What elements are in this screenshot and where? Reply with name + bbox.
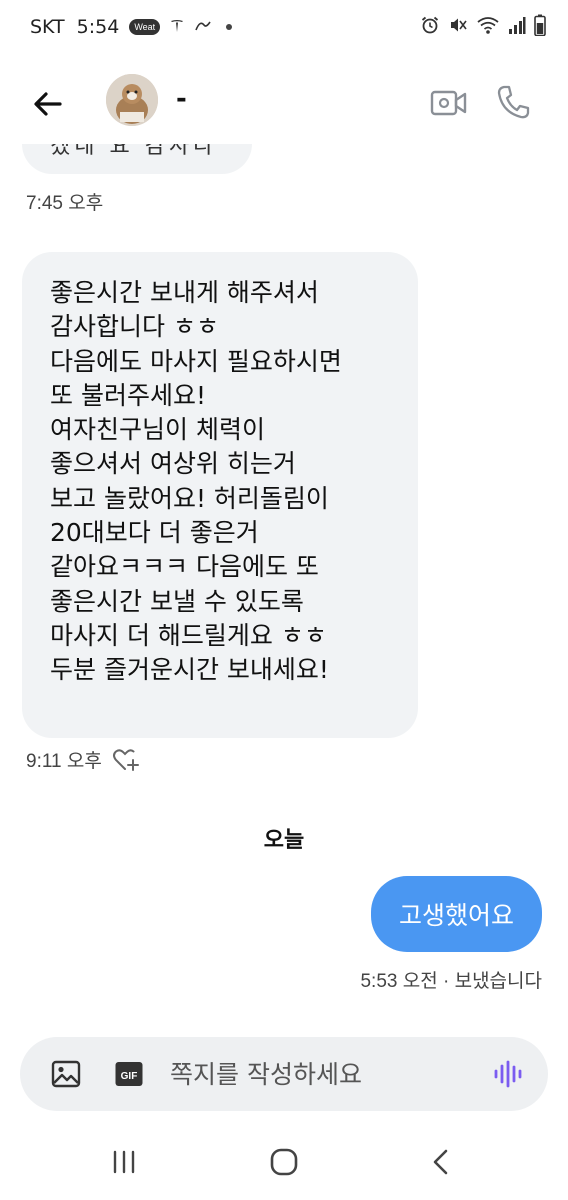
message-text: 고생했어요 (398, 901, 514, 930)
more-notifications-dot (226, 24, 233, 30)
conversation-header: - (0, 60, 568, 144)
status-right (420, 14, 546, 36)
status-bar: SKT 5:54 Weat (0, 0, 568, 56)
voice-call-button[interactable] (496, 84, 530, 120)
tesla-icon (170, 18, 184, 37)
message-line: 같아요ㅋㅋㅋ 다음에도 또 (50, 552, 319, 582)
message-line: 다음에도 마사지 필요하시면 (50, 346, 342, 376)
status-time: 5:54 (76, 16, 120, 38)
gif-icon: GIF (115, 1062, 143, 1086)
image-icon (51, 1060, 81, 1088)
phone-icon (497, 85, 530, 119)
gif-button[interactable]: GIF (114, 1059, 144, 1089)
mute-icon (451, 18, 467, 32)
app-notification-icon (194, 18, 212, 37)
message-status: 5:53 오전 · 보냈습니다 (360, 971, 542, 992)
date-separator: 오늘 (263, 828, 305, 853)
message-line: 좋은시간 보낼 수 있도록 (50, 586, 304, 616)
system-nav-bar (0, 1126, 568, 1200)
avatar[interactable] (106, 74, 158, 126)
voice-wave-icon (494, 1060, 522, 1088)
svg-text:GIF: GIF (121, 1071, 138, 1082)
incoming-message-bubble[interactable]: 좋은시간 보내게 해주셔서 감사합니다 ㅎㅎ 다음에도 마사지 필요하시면 또 … (22, 252, 418, 738)
message-timestamp: 7:45 오후 (26, 193, 104, 214)
wifi-icon (477, 17, 499, 34)
message-thread[interactable]: 겠네 요 감사다 7:45 오후 좋은시간 보내게 해주셔서 감사합니다 ㅎㅎ … (0, 144, 568, 1034)
message-line: 마사지 더 해드릴게요 ㅎㅎ (50, 620, 327, 650)
message-line: 20대보다 더 좋은거 (50, 518, 259, 548)
battery-icon (534, 14, 546, 36)
video-camera-icon (430, 90, 467, 116)
signal-icon (509, 17, 526, 34)
message-input[interactable]: 쪽지를 작성하세요 (170, 1055, 362, 1091)
message-text: 겠네 요 감사다 (50, 144, 218, 159)
message-line: 보고 놀랐어요! 허리돌림이 (50, 483, 329, 513)
react-button[interactable] (112, 748, 140, 772)
message-meta: 9:11 오후 (26, 746, 140, 773)
message-line: 좋은시간 보내게 해주셔서 (50, 278, 319, 307)
incoming-message-bubble[interactable]: 겠네 요 감사다 (22, 144, 252, 174)
weather-badge: Weat (129, 19, 161, 35)
home-button[interactable] (268, 1146, 300, 1178)
outgoing-message-bubble[interactable]: 고생했어요 (370, 876, 542, 952)
alarm-icon (421, 16, 439, 34)
contact-name[interactable]: - (176, 84, 187, 114)
status-left: SKT 5:54 Weat (30, 16, 233, 38)
chevron-left-icon (433, 1149, 448, 1175)
recent-apps-icon (113, 1150, 135, 1174)
message-composer[interactable]: GIF 쪽지를 작성하세요 (20, 1037, 548, 1111)
carrier-label: SKT (30, 16, 65, 38)
video-call-button[interactable] (430, 86, 468, 120)
message-line: 감사합니다 ㅎㅎ (50, 312, 219, 342)
message-line: 또 불러주세요! (50, 380, 206, 410)
back-button[interactable] (30, 86, 66, 122)
message-line: 여자친구님이 체력이 (50, 415, 265, 445)
message-timestamp: 9:11 오후 (26, 751, 102, 772)
message-line: 좋으셔서 여상위 히는거 (50, 449, 296, 479)
system-back-button[interactable] (430, 1148, 452, 1176)
home-icon (270, 1148, 298, 1176)
message-line: 두분 즐거운시간 보내세요! (50, 655, 329, 685)
heart-plus-icon (112, 748, 139, 771)
attach-image-button[interactable] (50, 1059, 82, 1089)
recent-apps-button[interactable] (110, 1148, 138, 1176)
arrow-left-icon (34, 92, 62, 116)
voice-message-button[interactable] (492, 1059, 524, 1089)
